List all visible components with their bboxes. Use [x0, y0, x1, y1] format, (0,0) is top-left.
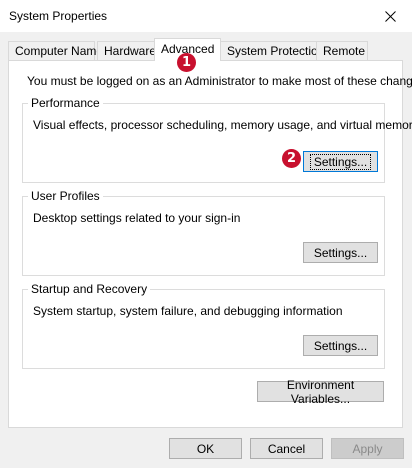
performance-settings-label: Settings...	[309, 153, 372, 170]
startup-recovery-settings-button[interactable]: Settings...	[303, 335, 378, 356]
startup-recovery-description: System startup, system failure, and debu…	[33, 304, 343, 318]
annotation-badge-2: 2	[282, 149, 301, 168]
apply-button[interactable]: Apply	[331, 438, 404, 459]
user-profiles-group: User Profiles Desktop settings related t…	[22, 189, 385, 276]
performance-settings-button[interactable]: Settings...	[303, 151, 378, 172]
performance-group: Performance Visual effects, processor sc…	[22, 96, 412, 183]
user-profiles-group-title: User Profiles	[28, 189, 103, 203]
startup-recovery-group: Startup and Recovery System startup, sys…	[22, 282, 385, 369]
window-title: System Properties	[9, 9, 108, 23]
close-icon	[384, 10, 396, 22]
environment-variables-button[interactable]: Environment Variables...	[257, 378, 384, 406]
tab-system-protection[interactable]: System Protection	[220, 41, 324, 60]
performance-description: Visual effects, processor scheduling, me…	[33, 118, 412, 132]
title-bar: System Properties	[0, 0, 412, 32]
system-properties-window: System Properties Computer Name Hardware…	[0, 0, 412, 468]
admin-notice: You must be logged on as an Administrato…	[27, 74, 412, 88]
cancel-button[interactable]: Cancel	[250, 438, 323, 459]
user-profiles-description: Desktop settings related to your sign-in	[33, 211, 241, 225]
tab-hardware[interactable]: Hardware	[97, 41, 156, 60]
advanced-tab-panel: You must be logged on as an Administrato…	[8, 60, 412, 428]
tab-computer-name[interactable]: Computer Name	[8, 41, 103, 60]
tab-remote[interactable]: Remote	[316, 41, 368, 60]
ok-button[interactable]: OK	[169, 438, 242, 459]
annotation-badge-1: 1	[177, 53, 196, 72]
startup-recovery-group-title: Startup and Recovery	[28, 282, 151, 296]
user-profiles-settings-button[interactable]: Settings...	[303, 242, 378, 263]
performance-group-title: Performance	[28, 96, 103, 110]
close-button[interactable]	[368, 0, 412, 32]
